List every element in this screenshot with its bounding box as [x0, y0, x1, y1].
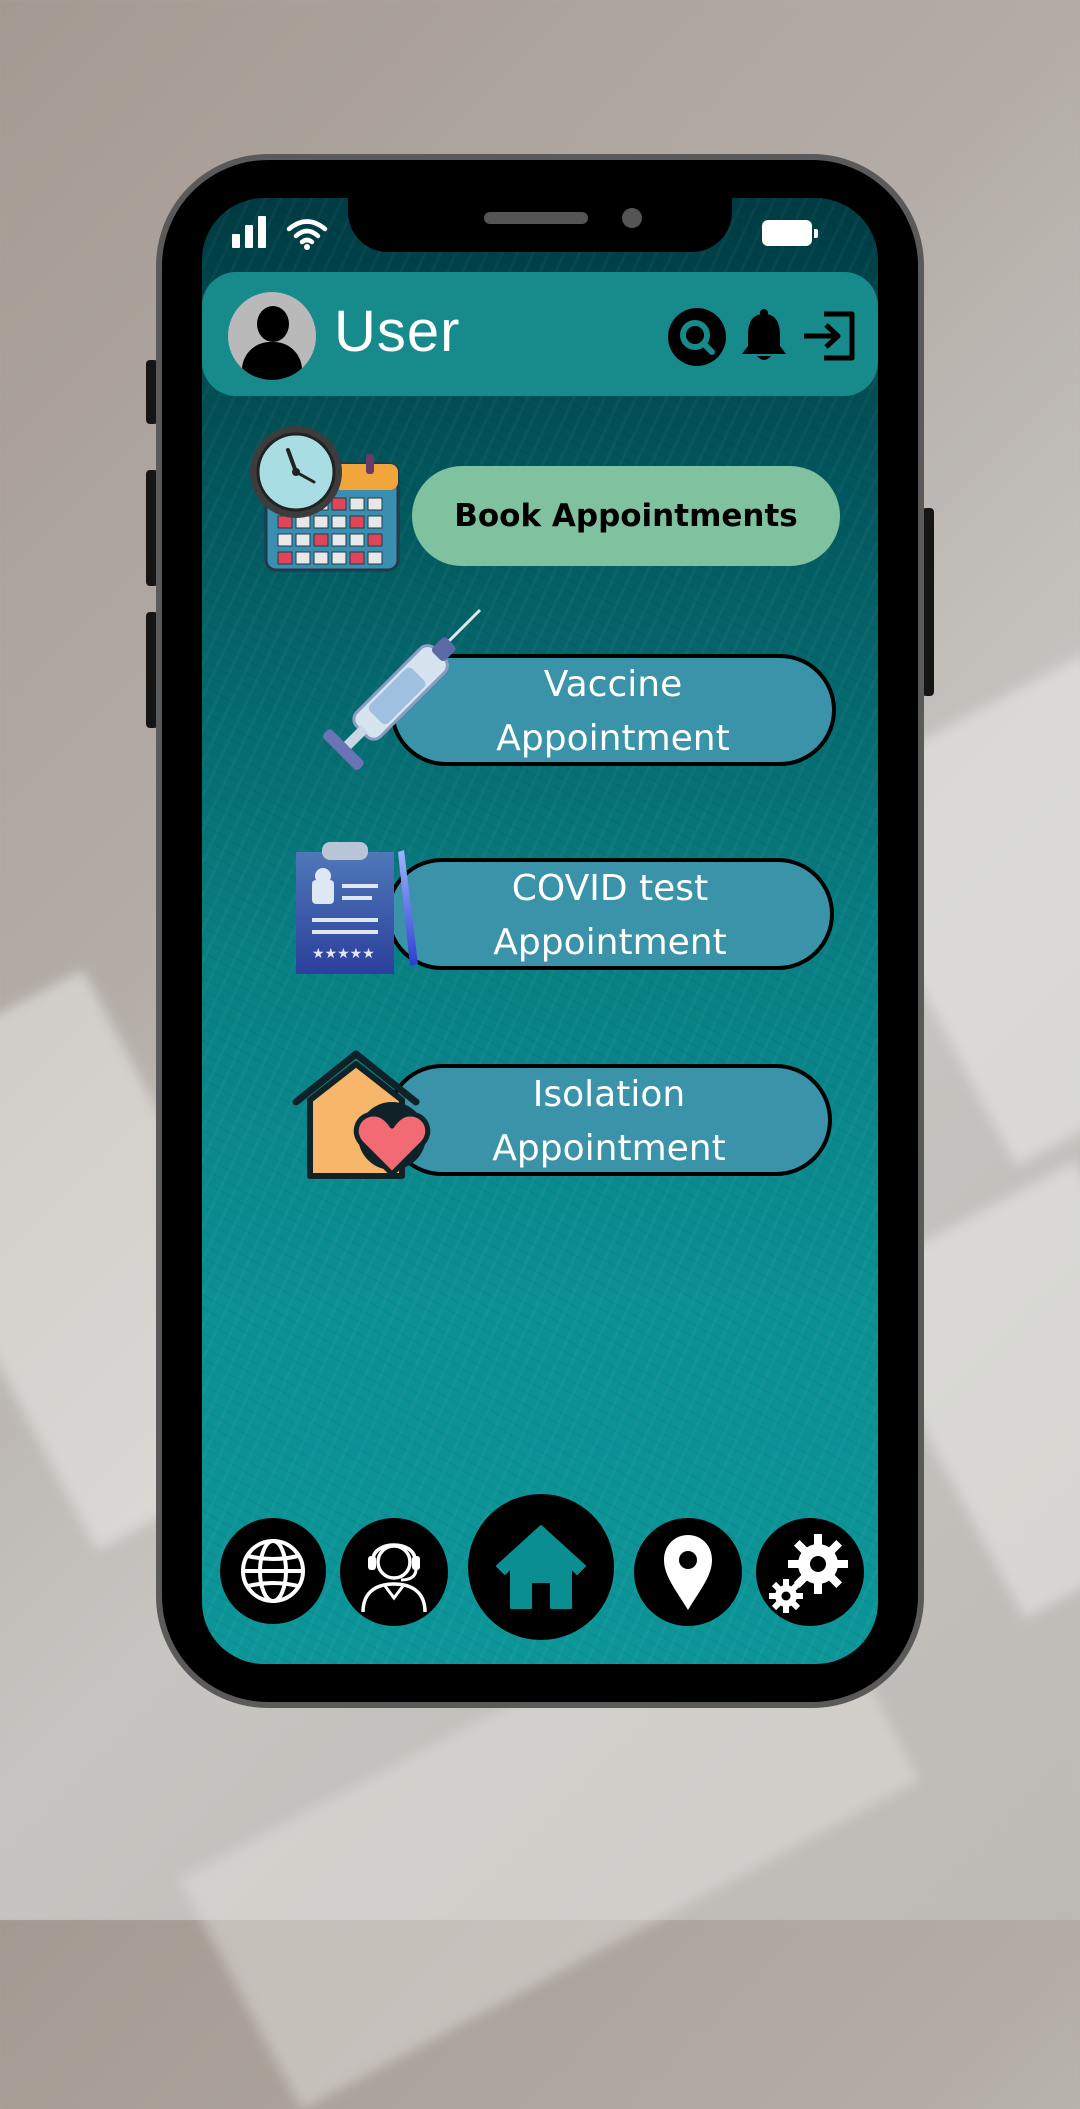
avatar-body	[242, 342, 302, 380]
appointment-label-line2: Appointment	[493, 922, 727, 963]
nav-location-button[interactable]	[634, 1518, 742, 1626]
phone-screen: User Book Appointments Vaccine Appointme…	[202, 198, 878, 1664]
nav-support-button[interactable]	[340, 1518, 448, 1626]
location-pin-icon	[664, 1535, 712, 1610]
signal-icon	[232, 216, 266, 248]
bell-icon[interactable]	[738, 308, 790, 364]
appointment-label-line1: COVID test	[511, 868, 709, 909]
book-appointments-button[interactable]: Book Appointments	[412, 466, 840, 566]
nav-globe-button[interactable]	[220, 1518, 326, 1624]
globe-icon	[241, 1539, 305, 1603]
nav-home-button[interactable]	[468, 1494, 614, 1640]
search-button[interactable]	[668, 308, 726, 366]
nav-settings-button[interactable]	[756, 1518, 864, 1626]
wifi-icon	[286, 219, 328, 250]
front-camera	[622, 208, 642, 228]
settings-gears-icon	[769, 1534, 848, 1613]
support-agent-icon	[361, 1543, 427, 1613]
svg-text:★★★★★: ★★★★★	[312, 946, 375, 962]
avatar-head	[257, 306, 289, 342]
app-header: User	[202, 272, 878, 396]
logout-icon[interactable]	[802, 310, 858, 362]
appointment-label-line1: Isolation	[532, 1074, 686, 1115]
speaker-grille	[484, 212, 588, 224]
house-heart-icon	[292, 1050, 431, 1179]
search-icon	[680, 320, 715, 355]
home-icon	[496, 1525, 586, 1609]
phone-notch	[348, 198, 732, 252]
isolation-appointment-button[interactable]: Isolation Appointment	[386, 1064, 832, 1176]
covid-test-appointment-button[interactable]: COVID test Appointment	[386, 858, 834, 970]
battery-icon	[762, 220, 818, 246]
appointment-label-line2: Appointment	[492, 1128, 726, 1169]
user-name: User	[334, 299, 461, 364]
calendar-clock-icon	[250, 426, 400, 572]
clipboard-icon: ★★★★★	[296, 842, 418, 974]
avatar[interactable]	[228, 292, 316, 380]
syringe-icon	[323, 608, 482, 770]
